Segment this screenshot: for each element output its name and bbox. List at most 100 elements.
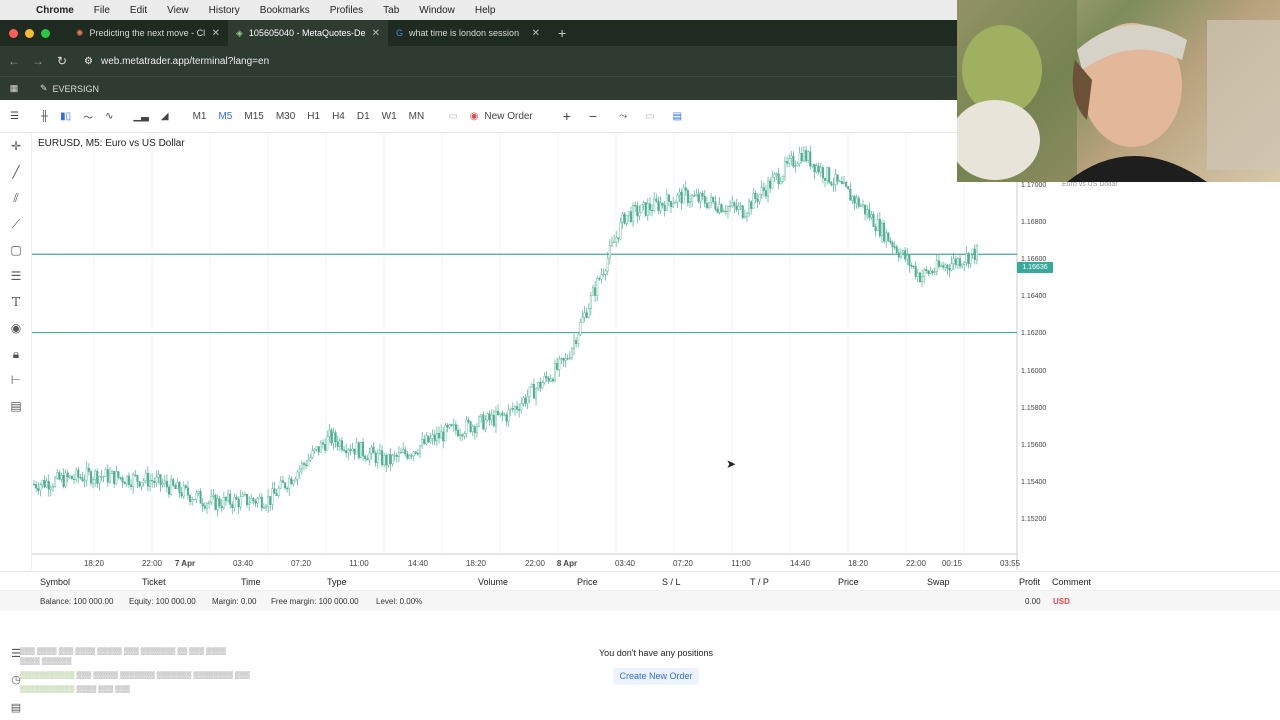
timeframe-m5[interactable]: M5 — [212, 111, 238, 122]
menu-edit[interactable]: Edit — [130, 5, 147, 16]
candle-body — [693, 195, 696, 197]
url-field[interactable]: ⚙ web.metatrader.app/terminal?lang=en — [84, 56, 269, 67]
crosshair-icon[interactable]: ✛ — [0, 133, 32, 159]
candle-body — [733, 202, 736, 207]
col-ticket[interactable]: Ticket — [142, 577, 166, 587]
bookmark-eversign[interactable]: ✎ EVERSIGN — [40, 83, 99, 94]
menu-tab[interactable]: Tab — [383, 5, 399, 16]
menu-view[interactable]: View — [167, 5, 189, 16]
autoscroll-icon[interactable]: ⤳ — [613, 111, 633, 122]
candle-body — [646, 203, 649, 216]
browser-tab-metaquotes[interactable]: ◈ 105605040 - MetaQuotes-De ✕ — [228, 20, 388, 46]
candle-body — [43, 480, 46, 488]
timeframe-h1[interactable]: H1 — [301, 111, 326, 122]
trendline-icon[interactable]: ╱ — [0, 159, 32, 185]
col-price[interactable]: Price — [577, 577, 598, 587]
apps-grid-icon[interactable]: ▦ — [8, 83, 20, 94]
eye-icon[interactable]: ◉ — [0, 315, 32, 341]
col-profit[interactable]: Profit — [1019, 577, 1040, 587]
menu-history[interactable]: History — [209, 5, 240, 16]
price-chart[interactable] — [32, 133, 1280, 570]
timeframe-m1[interactable]: M1 — [187, 111, 213, 122]
col-time[interactable]: Time — [241, 577, 261, 587]
chart-shift-icon[interactable]: ▭ — [639, 111, 660, 122]
candle-body — [594, 287, 597, 296]
new-order-button[interactable]: ◉ New Order — [464, 111, 539, 122]
close-tab-icon[interactable]: ✕ — [532, 28, 540, 39]
create-new-order-button[interactable]: Create New Order — [613, 668, 699, 685]
site-settings-icon[interactable]: ⚙ — [84, 56, 93, 67]
candle-body — [940, 265, 943, 267]
journal-icon[interactable]: ▤ — [0, 694, 32, 720]
free-margin-value: Free margin: 100 000.00 — [271, 597, 359, 606]
col-current-price[interactable]: Price — [838, 577, 859, 587]
candle-body — [516, 406, 519, 410]
polyline-icon[interactable]: ⟋ — [0, 211, 32, 237]
new-tab-icon[interactable]: + — [558, 25, 566, 41]
col-comment[interactable]: Comment — [1052, 577, 1091, 587]
candlestick-chart-type-icon[interactable]: ▮▯ — [54, 111, 77, 122]
close-tab-icon[interactable]: ✕ — [372, 28, 380, 39]
reload-icon[interactable]: ↻ — [52, 54, 72, 68]
object-tree-icon[interactable]: ⊢ — [0, 367, 32, 393]
candle-body — [889, 240, 892, 243]
close-tab-icon[interactable]: ✕ — [212, 28, 220, 39]
lock-icon[interactable]: 🔒︎ — [0, 341, 32, 367]
fibonacci-icon[interactable]: ☰ — [0, 263, 32, 289]
candle-body — [771, 177, 774, 189]
timeframe-h4[interactable]: H4 — [326, 111, 351, 122]
menu-file[interactable]: File — [94, 5, 110, 16]
minimize-window-button[interactable] — [25, 28, 34, 38]
candle-body — [450, 424, 453, 427]
y-tick-label: 1.15800 — [1021, 404, 1047, 412]
timeframe-m30[interactable]: M30 — [270, 111, 301, 122]
timeframe-mn[interactable]: MN — [403, 111, 431, 122]
col-sl[interactable]: S / L — [662, 577, 681, 587]
parallel-channel-icon[interactable]: ⫽ — [0, 185, 32, 211]
zoom-in-icon[interactable]: + — [557, 108, 577, 124]
timeframe-m15[interactable]: M15 — [238, 111, 269, 122]
x-tick-label: 18:20 — [465, 559, 487, 568]
menu-hamburger-icon[interactable]: ☰ — [4, 111, 25, 122]
one-click-trading-icon[interactable]: ▭ — [442, 111, 463, 122]
chart-canvas[interactable] — [32, 133, 1280, 570]
line-chart-type-icon[interactable]: 〜 — [77, 109, 99, 124]
zoom-out-icon[interactable]: − — [583, 108, 603, 124]
col-swap[interactable]: Swap — [927, 577, 950, 587]
col-tp[interactable]: T / P — [750, 577, 769, 587]
candle-body — [680, 191, 683, 204]
candle-body — [153, 480, 156, 483]
bar-chart-type-icon[interactable]: ╫ — [35, 111, 54, 122]
indicators-icon[interactable]: ∿ — [99, 111, 119, 122]
menu-window[interactable]: Window — [419, 5, 455, 16]
stream-chat-overlay: ▒▒▒ ▒▒▒▒ ▒▒▒ ▒▒▒▒ ▒▒▒▒▒ ▒▒▒ ▒▒▒▒▒▒▒ ▒▒ ▒… — [20, 648, 226, 655]
col-type[interactable]: Type — [327, 577, 347, 587]
candle-body — [545, 375, 548, 379]
menu-app-chrome[interactable]: Chrome — [36, 5, 74, 16]
col-symbol[interactable]: Symbol — [40, 577, 70, 587]
candle-body — [362, 442, 365, 457]
menu-help[interactable]: Help — [475, 5, 496, 16]
back-arrow-icon[interactable]: ← — [4, 54, 24, 68]
candle-body — [429, 438, 432, 443]
candle-body — [638, 212, 641, 217]
candle-body — [317, 446, 320, 453]
browser-tab-london-session[interactable]: G what time is london session ✕ — [388, 20, 548, 46]
browser-tab-predicting[interactable]: ✺ Predicting the next move - Cl ✕ — [68, 20, 228, 46]
forward-arrow-icon[interactable]: → — [28, 54, 48, 68]
volumes-icon[interactable]: ▁▃ — [127, 111, 154, 122]
candle-body — [136, 475, 139, 482]
layers-icon[interactable]: ▤ — [0, 393, 32, 419]
timeframe-d1[interactable]: D1 — [351, 111, 376, 122]
menu-bookmarks[interactable]: Bookmarks — [260, 5, 310, 16]
menu-profiles[interactable]: Profiles — [330, 5, 363, 16]
col-volume[interactable]: Volume — [478, 577, 508, 587]
rectangle-icon[interactable]: ▢ — [0, 237, 32, 263]
candle-body — [130, 484, 133, 487]
trade-panel-icon[interactable]: ▤ — [667, 111, 688, 122]
chart-grid-icon[interactable]: ◢ — [155, 111, 175, 122]
text-icon[interactable]: T — [0, 289, 32, 315]
maximize-window-button[interactable] — [41, 28, 50, 38]
close-window-button[interactable] — [9, 28, 18, 38]
timeframe-w1[interactable]: W1 — [376, 111, 403, 122]
